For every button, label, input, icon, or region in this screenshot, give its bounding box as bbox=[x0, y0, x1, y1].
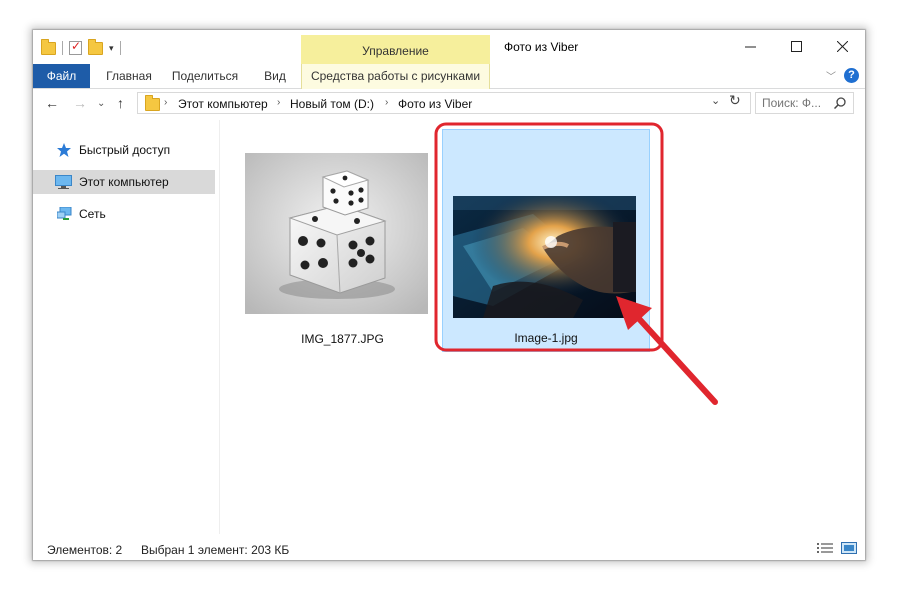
minimize-icon bbox=[744, 46, 756, 47]
sidebar-item-quick-access[interactable]: Быстрый доступ bbox=[33, 138, 215, 162]
toolbar-divider bbox=[119, 41, 121, 55]
address-bar[interactable]: › Этот компьютер › Новый том (D:) › Фото… bbox=[137, 92, 751, 114]
manage-context-label: Управление bbox=[362, 44, 429, 58]
ribbon-right-controls: ﹀ ? bbox=[826, 68, 859, 83]
network-icon bbox=[57, 207, 72, 220]
sidebar-item-network[interactable]: Сеть bbox=[33, 202, 215, 226]
tab-picture-tools[interactable]: Средства работы с рисунками bbox=[301, 64, 490, 89]
maximize-button[interactable] bbox=[773, 30, 819, 62]
help-icon[interactable]: ? bbox=[844, 68, 859, 83]
forward-arrow-icon[interactable]: → bbox=[73, 95, 87, 111]
breadcrumb-viber-photos[interactable]: Фото из Viber bbox=[398, 97, 472, 111]
properties-icon[interactable] bbox=[69, 39, 82, 55]
file-list: IMG_1877.JPG Image-1.jpg bbox=[220, 120, 865, 534]
minimize-button[interactable] bbox=[727, 30, 773, 62]
touchscreen-thumbnail bbox=[453, 196, 636, 318]
breadcrumb-this-pc[interactable]: Этот компьютер bbox=[178, 97, 268, 111]
selection-info: Выбран 1 элемент: 203 КБ bbox=[141, 543, 290, 557]
quick-access-toolbar: ▾ bbox=[41, 38, 121, 57]
file-name: Image-1.jpg bbox=[514, 331, 578, 345]
search-icon[interactable] bbox=[834, 97, 846, 109]
refresh-icon[interactable]: ↻ bbox=[729, 92, 741, 109]
navigation-pane: Быстрый доступ Этот компьютер Сеть bbox=[33, 120, 220, 534]
sidebar-item-label: Этот компьютер bbox=[79, 175, 169, 189]
tab-view[interactable]: Вид bbox=[255, 64, 295, 88]
file-item[interactable]: IMG_1877.JPG bbox=[237, 139, 448, 354]
search-box[interactable] bbox=[755, 92, 854, 114]
up-arrow-icon[interactable]: ↑ bbox=[117, 95, 124, 111]
status-bar: Элементов: 2 Выбран 1 элемент: 203 КБ bbox=[33, 534, 865, 560]
title-bar: ▾ Управление Фото из Viber bbox=[33, 30, 865, 64]
search-input[interactable] bbox=[762, 95, 828, 111]
sidebar-item-label: Сеть bbox=[79, 207, 106, 221]
sidebar-item-this-pc[interactable]: Этот компьютер bbox=[33, 170, 215, 194]
breadcrumb-separator-icon[interactable]: › bbox=[164, 97, 167, 108]
dice-thumbnail bbox=[245, 153, 428, 314]
customize-toolbar-arrow-icon[interactable]: ▾ bbox=[109, 43, 114, 54]
tab-home[interactable]: Главная bbox=[95, 64, 163, 88]
ribbon-tabs: Файл Главная Поделиться Вид Средства раб… bbox=[33, 64, 865, 89]
close-icon bbox=[836, 40, 848, 52]
computer-icon bbox=[55, 175, 72, 189]
file-item-selected[interactable]: Image-1.jpg bbox=[442, 129, 650, 352]
folder-icon[interactable] bbox=[41, 38, 56, 55]
window-controls bbox=[727, 30, 865, 62]
manage-context-header: Управление bbox=[301, 35, 490, 64]
details-view-icon[interactable] bbox=[817, 542, 833, 554]
address-row: ← → ⌄ ↑ › Этот компьютер › Новый том (D:… bbox=[33, 90, 865, 118]
breadcrumb-separator-icon[interactable]: › bbox=[385, 97, 388, 108]
folder-icon bbox=[145, 95, 160, 111]
large-icons-view-icon[interactable] bbox=[841, 542, 857, 554]
file-name: IMG_1877.JPG bbox=[301, 332, 384, 346]
back-arrow-icon[interactable]: ← bbox=[45, 95, 59, 111]
toolbar-divider bbox=[62, 41, 63, 55]
star-icon bbox=[57, 143, 71, 157]
address-dropdown-chevron-icon[interactable]: ⌄ bbox=[711, 94, 720, 107]
view-switcher bbox=[817, 542, 857, 554]
tab-file[interactable]: Файл bbox=[33, 64, 90, 88]
explorer-window: ▾ Управление Фото из Viber Файл Главная … bbox=[33, 30, 865, 560]
items-count: Элементов: 2 bbox=[47, 543, 123, 557]
expand-ribbon-chevron-icon[interactable]: ﹀ bbox=[826, 68, 836, 83]
recent-locations-chevron-icon[interactable]: ⌄ bbox=[97, 98, 105, 109]
tab-share[interactable]: Поделиться bbox=[165, 64, 245, 88]
window-title: Фото из Viber bbox=[504, 40, 579, 54]
maximize-icon bbox=[790, 40, 802, 52]
sidebar-item-label: Быстрый доступ bbox=[79, 143, 171, 157]
close-button[interactable] bbox=[819, 30, 865, 62]
breadcrumb-volume-d[interactable]: Новый том (D:) bbox=[290, 97, 374, 111]
new-folder-icon[interactable] bbox=[88, 38, 103, 55]
breadcrumb-separator-icon[interactable]: › bbox=[277, 97, 280, 108]
